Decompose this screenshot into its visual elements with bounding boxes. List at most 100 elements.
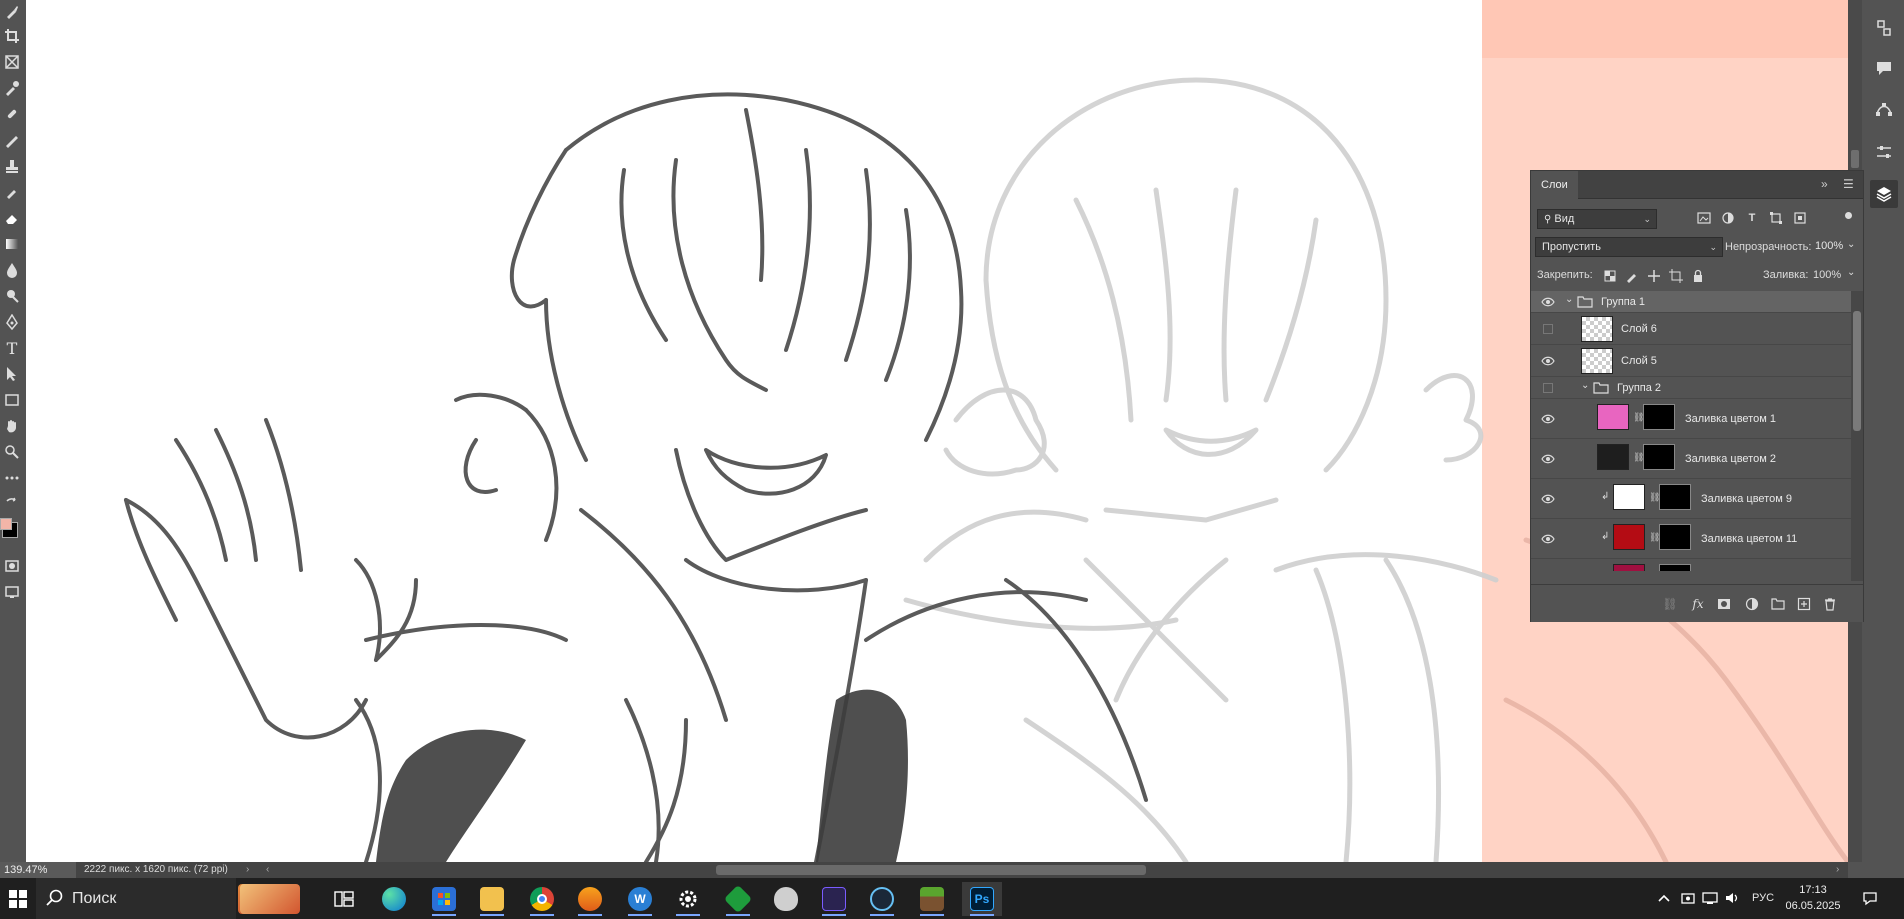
paths-panel-icon[interactable] <box>1870 96 1898 124</box>
panel-menu-icon[interactable]: ☰ <box>1843 177 1854 191</box>
new-adjustment-layer-icon[interactable] <box>1743 595 1761 613</box>
visibility-toggle-empty[interactable] <box>1543 324 1553 334</box>
link-icon[interactable]: ⛓ <box>1649 492 1660 504</box>
swap-colors-icon[interactable] <box>2 494 22 514</box>
lock-position-icon[interactable] <box>1645 267 1663 285</box>
layer-mask-thumbnail[interactable] <box>1643 404 1675 430</box>
layer-style-fx-icon[interactable]: fx <box>1689 595 1707 613</box>
taskbar-app-fl-studio[interactable] <box>570 882 610 916</box>
taskbar-app-store[interactable] <box>424 882 464 916</box>
foreground-color-swatch[interactable] <box>0 518 12 530</box>
more-tools-icon[interactable] <box>2 468 22 488</box>
dodge-tool-icon[interactable] <box>2 286 22 306</box>
link-icon[interactable]: ⛓ <box>1633 452 1644 464</box>
rectangle-tool-icon[interactable] <box>2 390 22 410</box>
layer-mask-thumbnail[interactable] <box>1659 564 1691 571</box>
history-brush-tool-icon[interactable] <box>2 182 22 202</box>
taskbar-app-capture[interactable] <box>814 882 854 916</box>
visibility-eye-icon[interactable] <box>1541 354 1555 368</box>
layer-row-group-2[interactable]: ⌄ Группа 2 <box>1531 377 1851 399</box>
fill-color-thumbnail[interactable] <box>1613 564 1645 571</box>
taskbar-app-chrome[interactable] <box>522 882 562 916</box>
document-vertical-scroll-thumb[interactable] <box>1851 150 1859 168</box>
taskbar-clock[interactable]: 17:13 06.05.2025 <box>1778 882 1848 914</box>
frame-tool-icon[interactable] <box>2 52 22 72</box>
taskbar-app-settings[interactable] <box>668 882 708 916</box>
fill-color-thumbnail[interactable] <box>1597 404 1629 430</box>
filter-type-icon[interactable]: T <box>1743 209 1761 227</box>
taskbar-app-edge[interactable] <box>374 882 414 916</box>
link-icon[interactable]: ⛓ <box>1633 412 1644 424</box>
filter-smart-object-icon[interactable] <box>1791 209 1809 227</box>
pen-tool-icon[interactable] <box>2 312 22 332</box>
layer-row-fill-2[interactable]: ⛓ Заливка цветом 2 <box>1531 439 1851 479</box>
status-menu-arrow-icon[interactable]: › <box>246 862 249 878</box>
taskbar-app-mask[interactable] <box>766 882 806 916</box>
lock-all-icon[interactable] <box>1689 267 1707 285</box>
layer-row-fill-1[interactable]: ⛓ Заливка цветом 1 <box>1531 399 1851 439</box>
visibility-eye-icon[interactable] <box>1541 295 1555 309</box>
notifications-icon[interactable] <box>1862 890 1878 906</box>
new-layer-icon[interactable] <box>1795 595 1813 613</box>
layer-row-layer-6[interactable]: Слой 6 <box>1531 313 1851 345</box>
layer-row-fill-partial[interactable] <box>1531 559 1851 571</box>
layer-mask-thumbnail[interactable] <box>1659 524 1691 550</box>
tray-language[interactable]: РУС <box>1748 890 1778 906</box>
adjustments-panel-icon[interactable] <box>1870 138 1898 166</box>
start-button[interactable] <box>0 882 36 916</box>
hand-tool-icon[interactable] <box>2 416 22 436</box>
add-mask-icon[interactable] <box>1715 595 1733 613</box>
link-layers-icon[interactable]: ⛓ <box>1661 595 1679 613</box>
taskbar-app-explorer[interactable] <box>472 882 512 916</box>
chevron-down-icon[interactable]: ⌄ <box>1565 294 1573 305</box>
chevron-down-icon[interactable]: ⌄ <box>1581 380 1589 391</box>
layer-mask-thumbnail[interactable] <box>1659 484 1691 510</box>
lock-artboard-icon[interactable] <box>1667 267 1685 285</box>
eyedropper-tool-icon[interactable] <box>2 78 22 98</box>
taskbar-app-steam[interactable] <box>862 882 902 916</box>
zoom-level-field[interactable]: 139.47% <box>0 862 76 878</box>
visibility-eye-icon[interactable] <box>1541 452 1555 466</box>
tray-network-icon[interactable] <box>1702 890 1718 906</box>
layer-row-fill-9[interactable]: ↲ ⛓ Заливка цветом 9 <box>1531 479 1851 519</box>
visibility-toggle-empty[interactable] <box>1543 383 1553 393</box>
layer-row-fill-11[interactable]: ↲ ⛓ Заливка цветом 11 <box>1531 519 1851 559</box>
layer-row-group-1[interactable]: ⌄ Группа 1 <box>1531 291 1851 313</box>
eraser-tool-icon[interactable] <box>2 208 22 228</box>
taskbar-search-box[interactable]: Поиск <box>36 878 300 919</box>
delete-layer-icon[interactable] <box>1821 595 1839 613</box>
tray-meet-now-icon[interactable] <box>1680 890 1696 906</box>
scroll-left-arrow-icon[interactable]: ‹ <box>266 862 269 878</box>
zoom-tool-icon[interactable] <box>2 442 22 462</box>
taskbar-app-green[interactable] <box>718 882 758 916</box>
taskbar-app-photoshop[interactable]: Ps <box>962 882 1002 916</box>
pencil-tool-icon[interactable] <box>2 130 22 150</box>
collapse-panel-icon[interactable]: » <box>1821 177 1828 191</box>
filter-toggle-icon[interactable] <box>1845 212 1852 219</box>
fill-value[interactable]: 100% <box>1813 269 1841 281</box>
screen-mode-icon[interactable] <box>2 582 22 602</box>
filter-adjustment-icon[interactable] <box>1719 209 1737 227</box>
document-info[interactable]: 2222 пикс. x 1620 пикс. (72 ppi) <box>84 862 228 878</box>
taskbar-app-w[interactable]: W <box>620 882 660 916</box>
layer-mask-thumbnail[interactable] <box>1643 444 1675 470</box>
fill-color-thumbnail[interactable] <box>1613 524 1645 550</box>
tray-expand-chevron-icon[interactable] <box>1656 890 1672 906</box>
gradient-tool-icon[interactable] <box>2 234 22 254</box>
history-panel-icon[interactable] <box>1870 14 1898 42</box>
comments-panel-icon[interactable] <box>1870 54 1898 82</box>
brush-tool-icon[interactable] <box>2 2 22 22</box>
link-icon[interactable]: ⛓ <box>1649 532 1660 544</box>
visibility-eye-icon[interactable] <box>1541 412 1555 426</box>
scroll-right-arrow-icon[interactable]: › <box>1836 862 1839 878</box>
clone-stamp-tool-icon[interactable] <box>2 156 22 176</box>
tray-volume-icon[interactable] <box>1724 890 1740 906</box>
layer-row-layer-5[interactable]: Слой 5 <box>1531 345 1851 377</box>
task-view-button[interactable] <box>324 882 364 916</box>
layers-scroll-thumb[interactable] <box>1853 311 1861 431</box>
horizontal-scroll-thumb[interactable] <box>716 865 1146 875</box>
blur-tool-icon[interactable] <box>2 260 22 280</box>
layers-panel-icon[interactable] <box>1870 180 1898 208</box>
blend-mode-select[interactable]: Пропустить ⌄ <box>1535 237 1723 257</box>
visibility-eye-icon[interactable] <box>1541 492 1555 506</box>
